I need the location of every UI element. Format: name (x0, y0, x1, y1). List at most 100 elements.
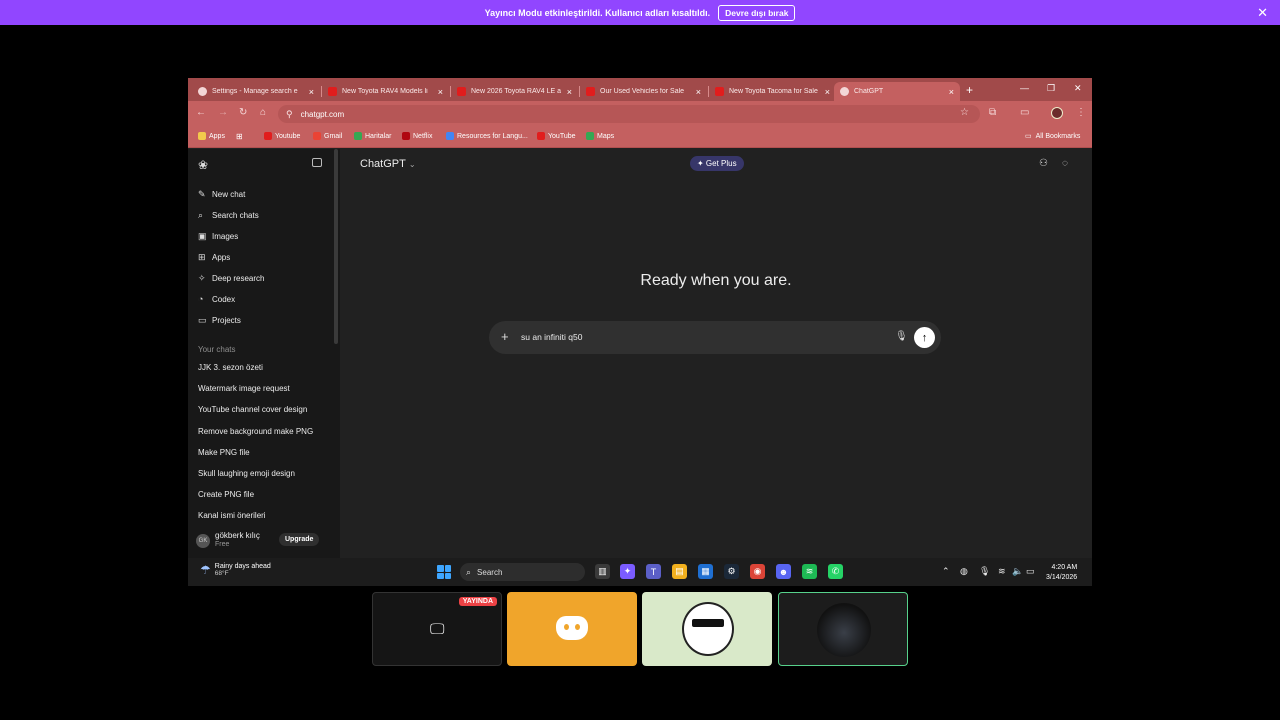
bookmark-apps[interactable]: Apps (198, 132, 225, 140)
task-view-icon[interactable]: ▥ (595, 564, 610, 579)
sidebar-item-images[interactable]: ▣ Images (198, 231, 238, 242)
bookmark-youtube[interactable]: Youtube (264, 132, 300, 140)
forward-icon[interactable]: → (218, 107, 228, 118)
sidebar-item-search-chats[interactable]: ⌕ Search chats (198, 210, 259, 221)
sidebar-scrollbar[interactable] (334, 149, 338, 344)
restore-icon[interactable]: ❐ (1047, 83, 1055, 94)
minimize-icon[interactable]: — (1020, 83, 1029, 93)
bookmark-gmail[interactable]: Gmail (313, 132, 342, 140)
site-info-icon[interactable]: ⚲ (286, 109, 293, 120)
chat-item[interactable]: JJK 3. sezon özeti (198, 363, 263, 372)
profile-avatar[interactable] (1051, 107, 1063, 119)
model-selector[interactable]: ChatGPT ⌄ (360, 158, 416, 170)
participant-tile-speaking[interactable] (778, 592, 908, 666)
tab-used-vehicles[interactable]: Our Used Vehicles for Sale × (580, 82, 707, 101)
back-icon[interactable]: ← (196, 107, 206, 118)
participant-tile-discord[interactable] (507, 592, 637, 666)
microphone-icon[interactable]: 🎙 (895, 331, 908, 342)
sidebar-toggle-icon[interactable] (312, 158, 322, 167)
chat-item[interactable]: YouTube channel cover design (198, 405, 307, 414)
reload-icon[interactable]: ↻ (239, 107, 247, 118)
app-tray-icon[interactable]: ◍ (960, 566, 968, 577)
openai-logo-icon[interactable]: ❀ (198, 158, 208, 172)
tab-toyota-rav4-models[interactable]: New Toyota RAV4 Models li × (322, 82, 449, 101)
bookmark-youtube-2[interactable]: YouTube (537, 132, 576, 140)
add-person-icon[interactable]: ⚇ (1039, 158, 1048, 169)
chat-item[interactable]: Make PNG file (198, 448, 250, 457)
system-clock[interactable]: 4:20 AM 3/14/2026 (1046, 563, 1077, 583)
plus-icon[interactable]: + (501, 329, 509, 344)
bookmark-grid[interactable]: ⊞ (236, 132, 243, 141)
maps-icon (586, 132, 594, 140)
upgrade-button[interactable]: Upgrade (279, 533, 320, 546)
teams-icon[interactable]: T (646, 564, 661, 579)
tab-close-icon[interactable]: × (696, 87, 701, 97)
tab-toyota-tacoma[interactable]: New Toyota Tacoma for Sale × (709, 82, 836, 101)
sidebar-item-deep-research[interactable]: ✧ Deep research (198, 273, 264, 284)
sidebar-item-new-chat[interactable]: ✎ New chat (198, 189, 245, 200)
spotify-icon[interactable]: ≋ (802, 564, 817, 579)
grid-icon: ⊞ (236, 132, 243, 141)
tab-close-icon[interactable]: × (567, 87, 572, 97)
get-plus-button[interactable]: ✦ Get Plus (690, 156, 744, 171)
bookmark-star-icon[interactable]: ☆ (960, 107, 969, 118)
chrome-icon[interactable]: ◉ (750, 564, 765, 579)
disable-streamer-mode-button[interactable]: Devre dışı bırak (718, 4, 796, 21)
sunglasses-icon (692, 619, 724, 627)
taskbar-search[interactable]: ⌕ Search (460, 563, 585, 581)
bookmark-haritalar[interactable]: Haritalar (354, 132, 391, 140)
menu-icon[interactable]: ⋮ (1076, 107, 1086, 118)
tab-close-icon[interactable]: × (949, 87, 954, 97)
hero-heading: Ready when you are. (640, 272, 792, 289)
sidebar-item-codex[interactable]: ◔ Codex (198, 294, 235, 304)
all-bookmarks-button[interactable]: ▭ All Bookmarks (1025, 132, 1080, 141)
tab-close-icon[interactable]: × (309, 87, 314, 97)
window-close-icon[interactable]: ✕ (1074, 83, 1082, 94)
close-icon[interactable]: ✕ (1257, 5, 1268, 21)
tab-toyota-rav4-le[interactable]: New 2026 Toyota RAV4 LE a × (451, 82, 578, 101)
weather-widget[interactable]: ☂ Rainy days ahead 68°F (200, 563, 271, 577)
bookmark-maps[interactable]: Maps (586, 132, 614, 140)
tab-close-icon[interactable]: × (825, 87, 830, 97)
participant-tile-meme[interactable] (642, 592, 772, 666)
chat-item[interactable]: Watermark image request (198, 384, 290, 393)
chat-item[interactable]: Remove background make PNG (198, 427, 313, 436)
home-icon[interactable]: ⌂ (260, 107, 266, 118)
tab-close-icon[interactable]: × (438, 87, 443, 97)
codex-icon: ◔ (198, 294, 204, 304)
store-icon[interactable]: ▦ (698, 564, 713, 579)
battery-icon[interactable]: ▭ (1026, 566, 1035, 577)
send-button[interactable]: ↑ (914, 327, 935, 348)
avatar (817, 603, 871, 657)
prompt-input[interactable]: su an infiniti q50 (521, 332, 582, 342)
address-bar[interactable]: ⚲ chatgpt.com (278, 105, 980, 123)
extensions-icon[interactable]: ⧉ (989, 107, 996, 118)
sidebar-item-projects[interactable]: ▭ Projects (198, 315, 241, 326)
microphone-icon[interactable]: 🎙 (979, 566, 990, 577)
sidebar-item-apps[interactable]: ⊞ Apps (198, 252, 230, 263)
stream-preview-tile[interactable]: YAYINDA 🖵 (372, 592, 502, 666)
volume-icon[interactable]: 🔈 (1012, 566, 1023, 577)
chat-item[interactable]: Create PNG file (198, 490, 254, 499)
discord-icon[interactable]: ☻ (776, 564, 791, 579)
tab-settings[interactable]: Settings - Manage search e × (192, 82, 320, 101)
new-tab-button[interactable]: + (966, 83, 973, 97)
bookmark-netflix[interactable]: Netflix (402, 132, 432, 140)
your-chats-heading: Your chats (198, 345, 236, 354)
tab-chatgpt[interactable]: ChatGPT × (834, 82, 960, 101)
wifi-icon[interactable]: ≋ (998, 566, 1006, 577)
chat-item[interactable]: Kanal ismi önerileri (198, 511, 266, 520)
bookmark-resources[interactable]: Resources for Langu... (446, 132, 528, 140)
copilot-icon[interactable]: ✦ (620, 564, 635, 579)
whatsapp-icon[interactable]: ✆ (828, 564, 843, 579)
temporary-chat-icon[interactable]: ◌ (1062, 158, 1068, 169)
steam-icon[interactable]: ⚙ (724, 564, 739, 579)
openai-icon (840, 87, 849, 96)
start-button[interactable] (437, 565, 451, 579)
cast-icon[interactable]: ▭ (1020, 107, 1029, 118)
show-hidden-icons[interactable]: ⌃ (942, 566, 950, 577)
chat-item[interactable]: Skull laughing emoji design (198, 469, 295, 478)
prompt-composer[interactable]: + su an infiniti q50 🎙 ↑ (489, 321, 941, 354)
file-explorer-icon[interactable]: ▤ (672, 564, 687, 579)
user-profile[interactable]: GK gökberk kılıç Free Upgrade (188, 525, 340, 558)
